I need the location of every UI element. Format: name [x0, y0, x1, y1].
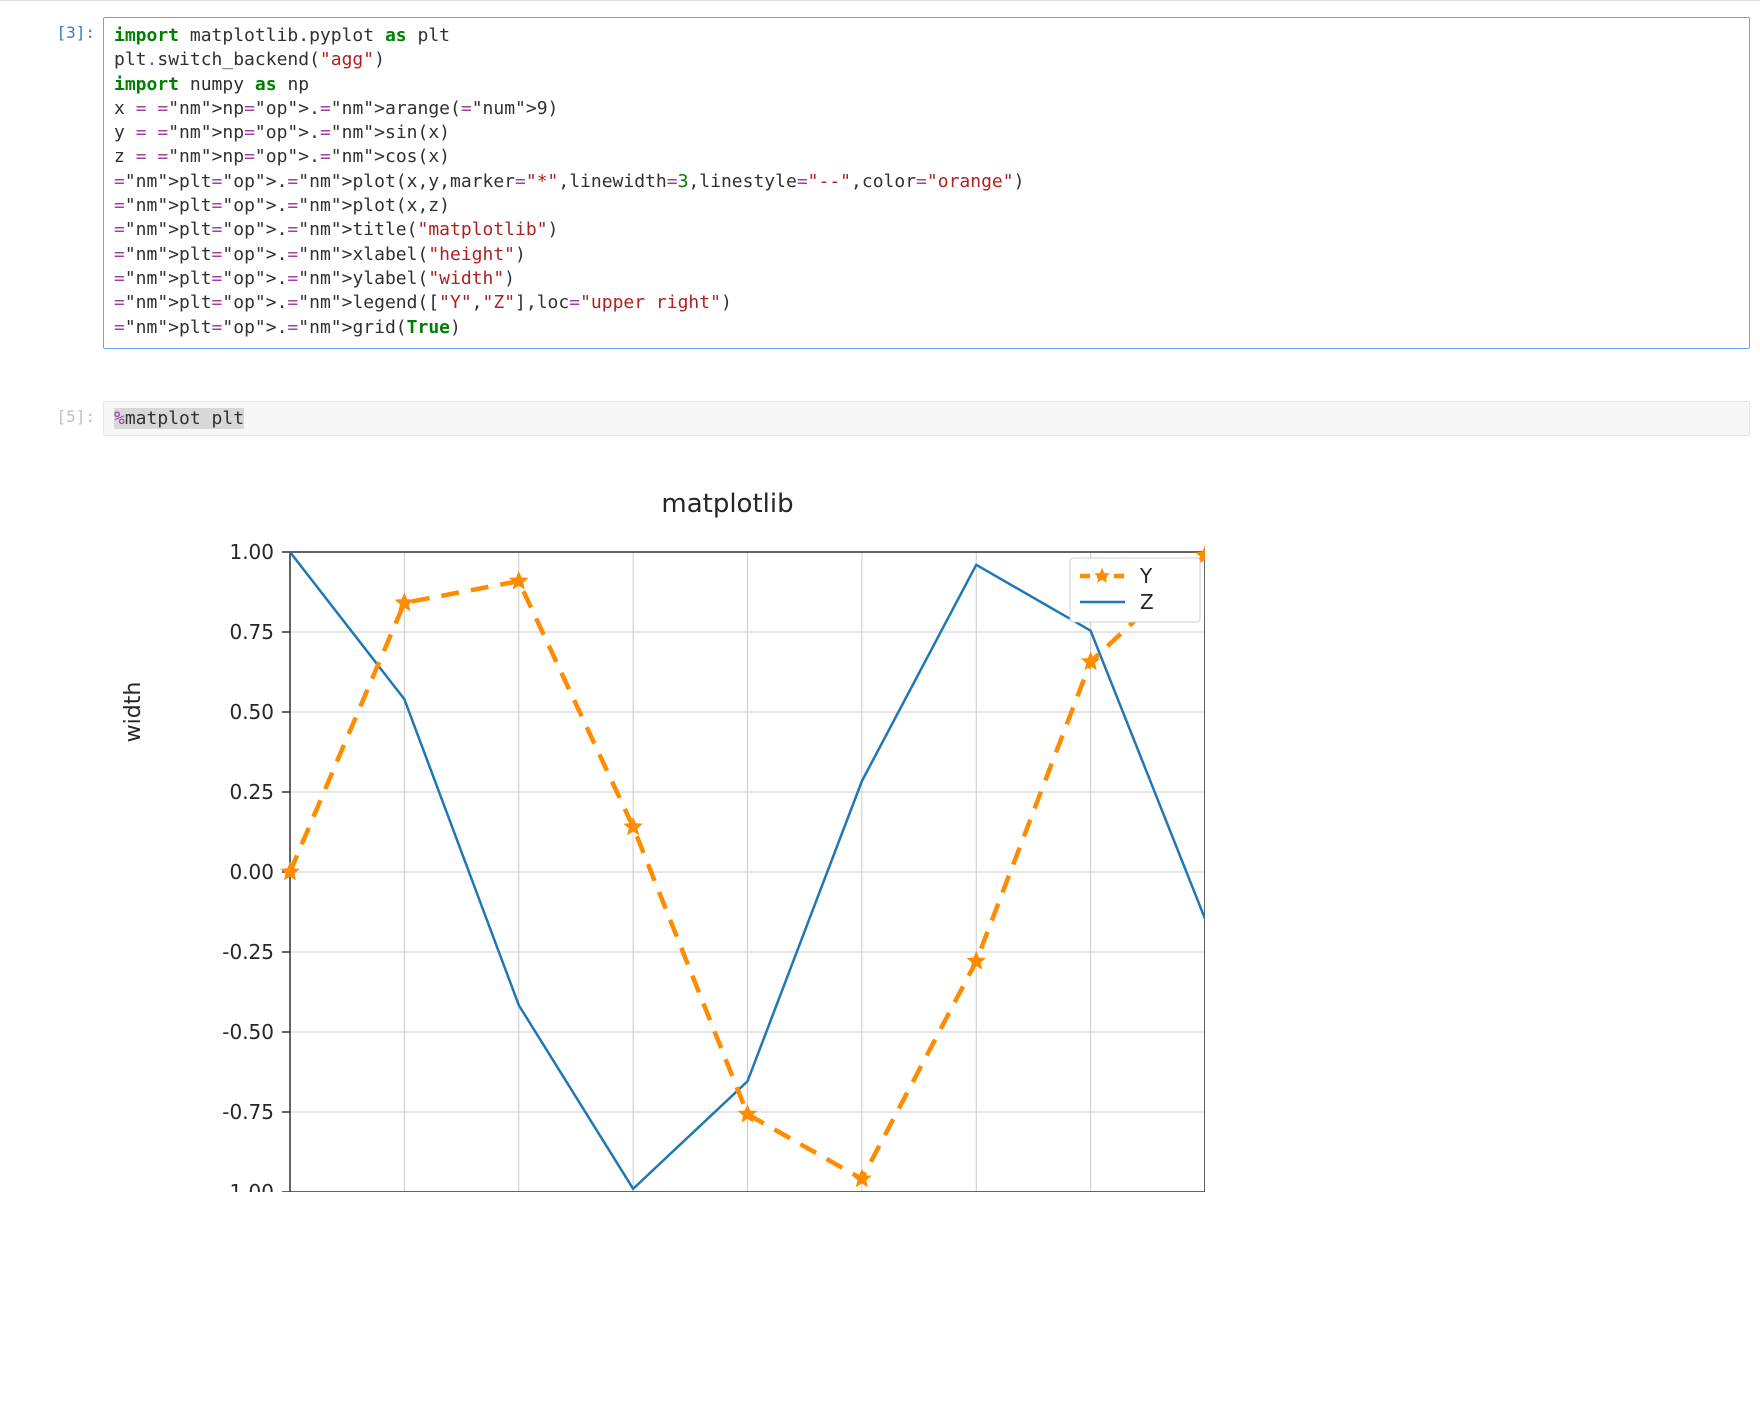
cell-prompt: [3]:	[0, 17, 103, 42]
y-tick-label: -0.50	[222, 1020, 274, 1044]
chart-svg: matplotlib width -1.00 -0.75 -0.50 -0.25 0.00 0…	[105, 472, 1205, 1192]
legend	[1070, 558, 1200, 622]
y-tick-label: 0.00	[229, 860, 274, 884]
y-tick-label: -1.00	[222, 1180, 274, 1192]
y-tick-label: 0.75	[229, 620, 274, 644]
y-tick-label: -0.75	[222, 1100, 274, 1124]
code-cell[interactable]: [5]: %matplot plt	[0, 395, 1760, 442]
legend-entry-y: Y	[1139, 564, 1153, 588]
y-tick-label: -0.25	[222, 940, 274, 964]
matplotlib-figure: matplotlib width -1.00 -0.75 -0.50 -0.25 0.00 0…	[105, 472, 1760, 1192]
y-tick-label: 1.00	[229, 540, 274, 564]
output-area: matplotlib width -1.00 -0.75 -0.50 -0.25 0.00 0…	[105, 472, 1760, 1192]
code-cell[interactable]: [3]: import matplotlib.pyplot as plt plt…	[0, 11, 1760, 355]
code-editor[interactable]: %matplot plt	[103, 401, 1750, 436]
y-tick-label: 0.25	[229, 780, 274, 804]
y-tick-label: 0.50	[229, 700, 274, 724]
keyword-import: import	[114, 25, 179, 46]
legend-entry-z: Z	[1140, 590, 1154, 614]
chart-title: matplotlib	[661, 489, 793, 519]
cell-prompt: [5]:	[0, 401, 103, 426]
code-editor[interactable]: import matplotlib.pyplot as plt plt.swit…	[103, 17, 1750, 349]
y-axis-label: width	[121, 682, 146, 743]
